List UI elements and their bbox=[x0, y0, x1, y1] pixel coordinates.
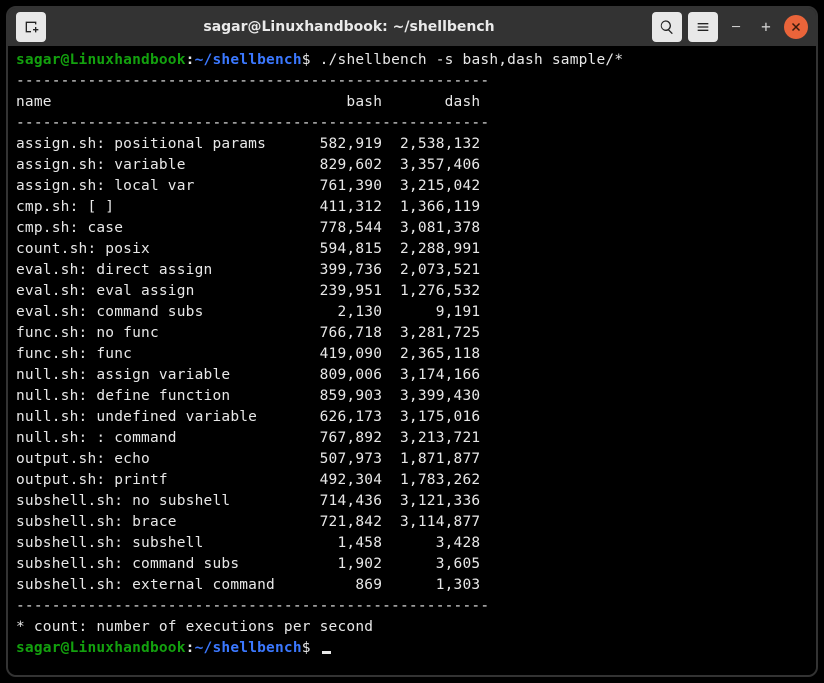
prompt-colon: : bbox=[186, 640, 195, 656]
maximize-icon: + bbox=[761, 19, 771, 35]
command-text: ./shellbench -s bash,dash sample/* bbox=[320, 52, 624, 68]
divider: ----------------------------------------… bbox=[16, 113, 808, 134]
prompt-path: ~/shellbench bbox=[195, 52, 302, 68]
table-row: subshell.sh: command subs 1,902 3,605 bbox=[16, 554, 808, 575]
prompt-user: sagar@Linuxhandbook bbox=[16, 52, 186, 68]
prompt-path: ~/shellbench bbox=[195, 640, 302, 656]
terminal-window: sagar@Linuxhandbook: ~/shellbench ─ + sa… bbox=[6, 6, 818, 677]
table-row: count.sh: posix 594,815 2,288,991 bbox=[16, 239, 808, 260]
table-row: func.sh: no func 766,718 3,281,725 bbox=[16, 323, 808, 344]
search-button[interactable] bbox=[652, 12, 682, 42]
prompt-user: sagar@Linuxhandbook bbox=[16, 640, 186, 656]
table-row: cmp.sh: [ ] 411,312 1,366,119 bbox=[16, 197, 808, 218]
table-row: output.sh: printf 492,304 1,783,262 bbox=[16, 470, 808, 491]
divider: ----------------------------------------… bbox=[16, 596, 808, 617]
prompt-dollar: $ bbox=[302, 640, 320, 656]
window-title: sagar@Linuxhandbook: ~/shellbench bbox=[52, 19, 646, 35]
cursor bbox=[322, 651, 331, 654]
table-row: func.sh: func 419,090 2,365,118 bbox=[16, 344, 808, 365]
table-row: assign.sh: local var 761,390 3,215,042 bbox=[16, 176, 808, 197]
table-row: eval.sh: direct assign 399,736 2,073,521 bbox=[16, 260, 808, 281]
close-icon bbox=[790, 21, 802, 33]
minimize-button[interactable]: ─ bbox=[724, 15, 748, 39]
hamburger-icon bbox=[695, 19, 711, 35]
table-row: cmp.sh: case 778,544 3,081,378 bbox=[16, 218, 808, 239]
prompt-line: sagar@Linuxhandbook:~/shellbench$ bbox=[16, 638, 808, 659]
divider: ----------------------------------------… bbox=[16, 71, 808, 92]
table-row: null.sh: : command 767,892 3,213,721 bbox=[16, 428, 808, 449]
table-row: assign.sh: variable 829,602 3,357,406 bbox=[16, 155, 808, 176]
table-row: null.sh: define function 859,903 3,399,4… bbox=[16, 386, 808, 407]
command-line: sagar@Linuxhandbook:~/shellbench$ ./shel… bbox=[16, 50, 808, 71]
table-row: eval.sh: command subs 2,130 9,191 bbox=[16, 302, 808, 323]
maximize-button[interactable]: + bbox=[754, 15, 778, 39]
table-row: null.sh: assign variable 809,006 3,174,1… bbox=[16, 365, 808, 386]
minimize-icon: ─ bbox=[732, 20, 740, 35]
close-button[interactable] bbox=[784, 15, 808, 39]
menu-button[interactable] bbox=[688, 12, 718, 42]
footer-note: * count: number of executions per second bbox=[16, 617, 808, 638]
table-row: subshell.sh: subshell 1,458 3,428 bbox=[16, 533, 808, 554]
table-row: eval.sh: eval assign 239,951 1,276,532 bbox=[16, 281, 808, 302]
terminal-body[interactable]: sagar@Linuxhandbook:~/shellbench$ ./shel… bbox=[8, 46, 816, 675]
table-row: subshell.sh: brace 721,842 3,114,877 bbox=[16, 512, 808, 533]
table-row: subshell.sh: external command 869 1,303 bbox=[16, 575, 808, 596]
table-row: subshell.sh: no subshell 714,436 3,121,3… bbox=[16, 491, 808, 512]
table-row: assign.sh: positional params 582,919 2,5… bbox=[16, 134, 808, 155]
table-header: name bash dash bbox=[16, 92, 808, 113]
prompt-dollar: $ bbox=[302, 52, 320, 68]
table-row: output.sh: echo 507,973 1,871,877 bbox=[16, 449, 808, 470]
new-tab-icon bbox=[23, 19, 39, 35]
titlebar: sagar@Linuxhandbook: ~/shellbench ─ + bbox=[8, 8, 816, 46]
prompt-colon: : bbox=[186, 52, 195, 68]
new-tab-button[interactable] bbox=[16, 12, 46, 42]
search-icon bbox=[659, 19, 675, 35]
table-row: null.sh: undefined variable 626,173 3,17… bbox=[16, 407, 808, 428]
